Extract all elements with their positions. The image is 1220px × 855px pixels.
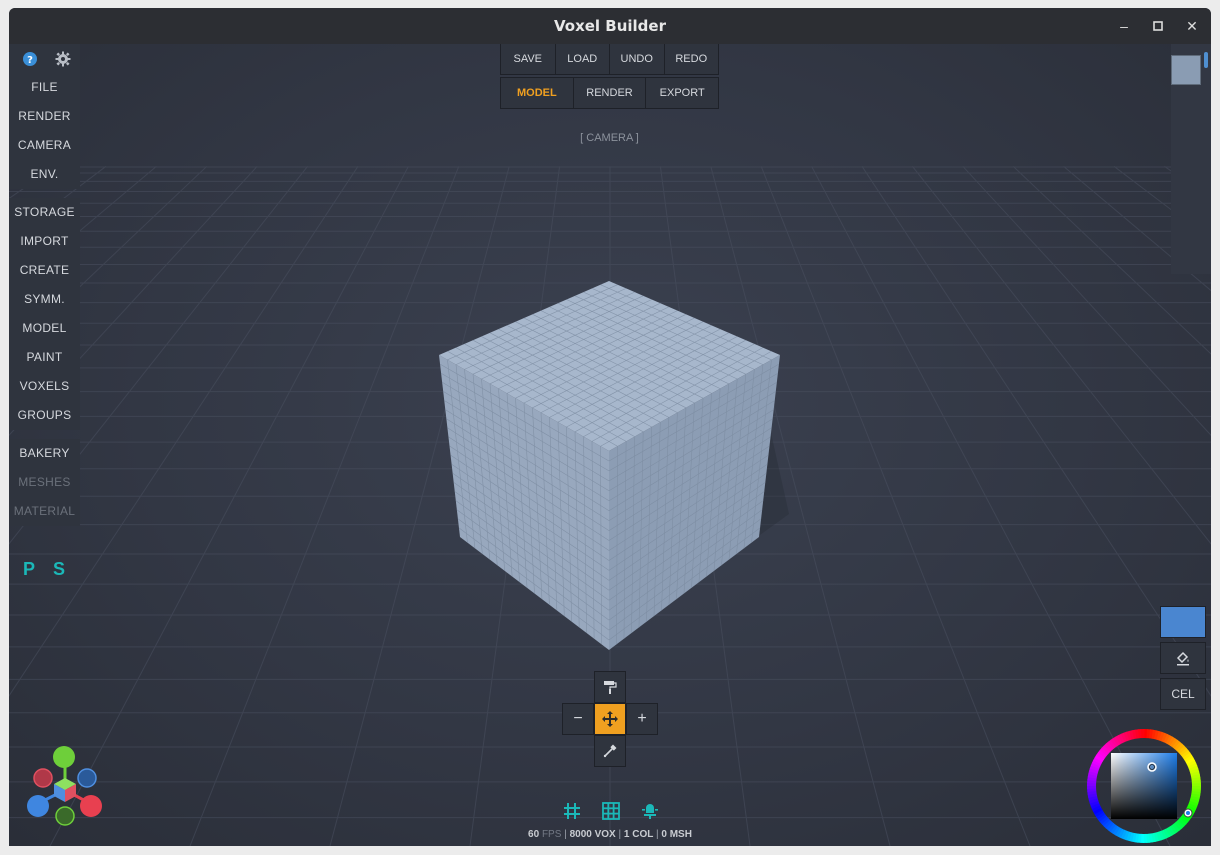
palette-swatch[interactable] (1171, 55, 1201, 85)
paint-roller-button[interactable] (594, 671, 626, 703)
status-sep: | (655, 829, 659, 840)
fps-value: 60 (528, 829, 540, 840)
status-sep: | (564, 829, 567, 840)
current-color-swatch[interactable] (1160, 606, 1206, 638)
shrink-button[interactable]: − (562, 703, 594, 735)
mode-tabs: MODEL RENDER EXPORT (500, 77, 719, 109)
vox-value: 8000 (569, 829, 592, 840)
help-icon[interactable]: ? (23, 52, 37, 71)
col-value: 1 (623, 829, 630, 840)
menu-create[interactable]: CREATE (9, 256, 80, 285)
axis-x-negative[interactable] (33, 768, 53, 788)
menu-bakery[interactable]: BAKERY (9, 439, 80, 468)
menu-model[interactable]: MODEL (9, 314, 80, 343)
menu-import[interactable]: IMPORT (9, 227, 80, 256)
p-toggle[interactable]: P (23, 559, 35, 580)
axis-y-positive[interactable] (53, 746, 75, 768)
col-unit: COL (632, 829, 654, 840)
vox-unit: VOX (594, 829, 616, 840)
color-picker[interactable] (1085, 727, 1203, 845)
menu-group-tools: STORAGE IMPORT CREATE SYMM. MODEL PAINT … (9, 198, 80, 430)
camera-label: [ CAMERA ] (580, 132, 639, 144)
msh-unit: MSH (669, 829, 692, 840)
title-bar: Voxel Builder – ✕ (9, 8, 1211, 44)
paint-bucket-button[interactable] (1160, 642, 1206, 674)
close-button[interactable]: ✕ (1182, 16, 1202, 36)
tab-render[interactable]: RENDER (574, 78, 647, 108)
window-title: Voxel Builder (553, 17, 666, 35)
cel-button[interactable]: CEL (1160, 678, 1206, 710)
menu-voxels[interactable]: VOXELS (9, 372, 80, 401)
menu-paint[interactable]: PAINT (9, 343, 80, 372)
status-sep: | (618, 829, 622, 840)
grow-button[interactable]: + (626, 703, 658, 735)
menu-group-main: ? FILE RENDER CAMERA ENV. (9, 44, 80, 189)
gear-icon[interactable] (55, 51, 71, 72)
axis-gizmo[interactable] (24, 744, 106, 836)
minimize-button[interactable]: – (1114, 16, 1134, 36)
axis-z-negative[interactable] (77, 768, 97, 788)
top-toolbar: SAVE LOAD UNDO REDO MODEL RENDER EXPORT (500, 44, 719, 109)
menu-storage[interactable]: STORAGE (9, 198, 80, 227)
undo-button[interactable]: UNDO (610, 44, 665, 74)
menu-symm[interactable]: SYMM. (9, 285, 80, 314)
3d-viewport[interactable]: ? FILE RENDER CAMERA ENV. STORAGE IMPORT… (9, 44, 1211, 846)
palette-scrollbar[interactable] (1204, 52, 1208, 68)
eyedropper-button[interactable] (594, 735, 626, 767)
fps-unit: FPS (541, 829, 562, 840)
menu-group-bake: BAKERY MESHES MATERIAL (9, 439, 80, 526)
app-window: Voxel Builder – ✕ ? FILE RENDER CAMERA E… (9, 8, 1211, 846)
move-button[interactable] (594, 703, 626, 735)
s-toggle[interactable]: S (53, 559, 65, 580)
msh-value: 0 (661, 829, 667, 840)
eyedropper-icon (603, 744, 617, 762)
move-icon (601, 711, 619, 732)
menu-render[interactable]: RENDER (9, 102, 80, 131)
paint-bucket-icon (1175, 651, 1191, 669)
load-button[interactable]: LOAD (556, 44, 610, 74)
save-button[interactable]: SAVE (501, 44, 556, 74)
axis-x-positive[interactable] (80, 795, 102, 817)
maximize-button[interactable] (1148, 16, 1168, 36)
menu-material[interactable]: MATERIAL (9, 497, 80, 526)
grid-toggle-icon[interactable] (562, 801, 582, 821)
menu-meshes[interactable]: MESHES (9, 468, 80, 497)
left-menu: ? FILE RENDER CAMERA ENV. STORAGE IMPORT… (9, 44, 80, 535)
axis-y-negative[interactable] (55, 806, 75, 826)
file-actions: SAVE LOAD UNDO REDO (500, 44, 719, 75)
tab-model[interactable]: MODEL (501, 78, 574, 108)
menu-top-icons: ? (9, 44, 80, 73)
menu-camera[interactable]: CAMERA (9, 131, 80, 160)
paint-roller-icon (603, 681, 617, 698)
wireframe-toggle-icon[interactable] (601, 801, 621, 821)
voxel-cube[interactable] (439, 281, 789, 650)
axis-z-positive[interactable] (27, 795, 49, 817)
menu-env[interactable]: ENV. (9, 160, 80, 189)
redo-button[interactable]: REDO (665, 44, 719, 74)
status-bar: 60 FPS | 8000 VOX | 1 COL | 0 MSH (9, 829, 1211, 840)
menu-file[interactable]: FILE (9, 73, 80, 102)
light-toggle-icon[interactable] (640, 801, 660, 821)
svg-text:?: ? (27, 55, 33, 66)
menu-groups[interactable]: GROUPS (9, 401, 80, 430)
tab-export[interactable]: EXPORT (646, 78, 718, 108)
